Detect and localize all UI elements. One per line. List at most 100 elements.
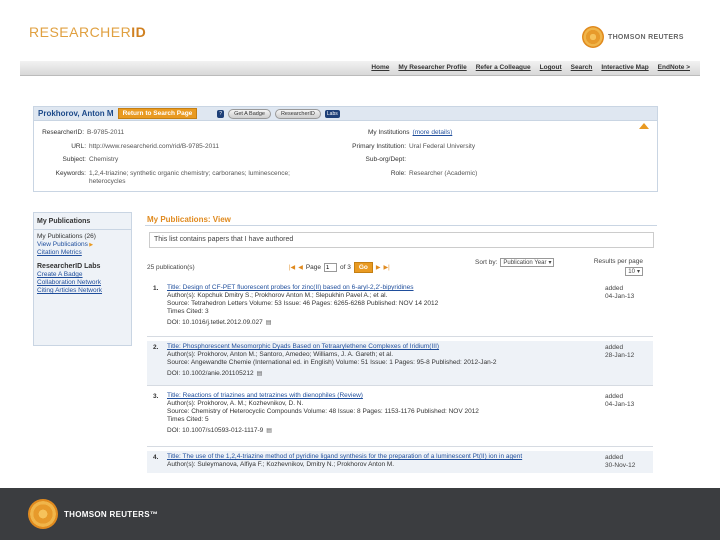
profile-header: Prokhorov, Anton M Return to Search Page… [34, 107, 657, 121]
sort-label: Sort by: [475, 259, 498, 266]
sidebar-item-create-badge[interactable]: Create A Badge [37, 271, 128, 279]
chevron-down-icon: ▾ [548, 260, 552, 266]
sidebar-item-view-publications[interactable]: View Publications [37, 241, 128, 249]
labs-tag: Labs [324, 109, 340, 118]
publication-added-date: 04-Jan-13 [605, 293, 635, 300]
keywords-value: 1,2,4-triazine; synthetic organic chemis… [89, 170, 290, 186]
institutions-label: My Institutions [368, 129, 410, 136]
publication-number: 1. [153, 285, 159, 292]
publication-title-link[interactable]: Title: Design of CF-PET fluorescent prob… [167, 284, 438, 292]
sort-select[interactable]: Publication Year ▾ [500, 258, 555, 267]
left-sidebar: My Publications My Publications (26) Vie… [33, 212, 132, 346]
nav-logout[interactable]: Logout [540, 64, 562, 71]
nav-items: Home My Researcher Profile Refer a Colle… [371, 64, 690, 71]
subject-row: Subject: Chemistry [34, 156, 119, 163]
profile-panel: Prokhorov, Anton M Return to Search Page… [33, 106, 658, 192]
sidebar-title: My Publications [34, 213, 131, 230]
publication-doi-text: DOI: 10.1002/anie.201105212 [167, 370, 254, 377]
thomson-reuters-orb-icon [28, 499, 58, 529]
role-value: Researcher (Academic) [409, 170, 478, 177]
subject-label: Subject: [62, 156, 87, 163]
nav-interactive-map[interactable]: Interactive Map [601, 64, 648, 71]
sidebar-item-collaboration-network[interactable]: Collaboration Network [37, 279, 128, 287]
brand-text: THOMSON REUTERS [608, 33, 684, 41]
publication-title-link[interactable]: Title: The use of the 1,2,4-triazine met… [167, 453, 522, 461]
url-value[interactable]: http://www.researcherid.com/rid/B-9785-2… [89, 143, 219, 150]
publication-title-link[interactable]: Title: Reactions of triazines and tetraz… [167, 392, 479, 400]
publication-authors: Author(s): Prokhorov, Anton M.; Santoro,… [167, 351, 394, 358]
publication-row: 4. Title: The use of the 1,2,4-triazine … [147, 451, 653, 473]
last-page-icon[interactable]: ▶| [384, 264, 390, 271]
full-text-icon[interactable]: ▤ [257, 370, 263, 378]
page-input[interactable] [324, 263, 337, 272]
sub-org-row: Sub-org/Dept: [334, 156, 409, 163]
page-label: Page [305, 264, 321, 271]
publication-body: Title: Design of CF-PET fluorescent prob… [167, 284, 438, 327]
logo-text-light: RESEARCHER [29, 24, 132, 40]
publication-number: 2. [153, 344, 159, 351]
sidebar-item-citation-metrics[interactable]: Citation Metrics [37, 249, 128, 257]
nav-search[interactable]: Search [571, 64, 593, 71]
publication-doi: DOI: 10.1016/j.tetlet.2012.09.027 ▤ [167, 319, 438, 327]
publication-cited: Times Cited: 3 [167, 308, 209, 315]
go-button[interactable]: Go [353, 262, 373, 273]
researcherid-labs-button[interactable]: ResearcherID [274, 108, 321, 119]
results-per-page-control: Results per page 10 ▾ [583, 258, 643, 276]
publication-added-label: added [605, 393, 624, 400]
results-per-page-select[interactable]: 10 ▾ [625, 267, 643, 276]
publication-added: added 30-Nov-12 [605, 454, 635, 470]
next-page-icon[interactable]: ▶ [376, 264, 381, 271]
publication-number: 4. [153, 454, 159, 461]
publication-doi: DOI: 10.1007/s10593-012-1117-9 ▤ [167, 427, 479, 435]
publications-title: My Publications: View [145, 212, 657, 226]
publication-source: Source: Angewandte Chemie (International… [167, 359, 497, 366]
nav-home[interactable]: Home [371, 64, 389, 71]
thomson-reuters-logo: THOMSON REUTERS [582, 26, 684, 48]
publication-row: 2. Title: Phosphorescent Mesomorphic Dya… [147, 341, 653, 386]
chevron-down-icon: ▾ [636, 269, 640, 275]
top-nav-bar: Home My Researcher Profile Refer a Colle… [20, 61, 700, 76]
results-per-page-label: Results per page [593, 258, 643, 265]
nav-refer-colleague[interactable]: Refer a Colleague [476, 64, 531, 71]
footer-brand-name: THOMSON REUTERS [64, 509, 150, 519]
publications-note: This list contains papers that I have au… [149, 232, 654, 248]
get-badge-button[interactable]: Get A Badge [228, 108, 271, 119]
page-of: of 3 [340, 264, 351, 271]
thomson-reuters-orb-icon [582, 26, 604, 48]
publication-added: added 04-Jan-13 [605, 285, 634, 301]
publication-added-date: 30-Nov-12 [605, 462, 636, 469]
role-row: Role: Researcher (Academic) [334, 170, 477, 177]
first-page-icon[interactable]: |◀ [289, 264, 295, 271]
return-to-search-button[interactable]: Return to Search Page [117, 108, 198, 119]
researcherid-logo[interactable]: RESEARCHERID [29, 24, 146, 40]
researcher-id-row: ResearcherID: B-9785-2011 [34, 129, 124, 136]
prev-page-icon[interactable]: ◀ [298, 264, 303, 271]
publication-doi-text: DOI: 10.1007/s10593-012-1117-9 [167, 427, 264, 434]
full-text-icon[interactable]: ▤ [266, 427, 272, 435]
publication-added: added 04-Jan-13 [605, 393, 634, 409]
sidebar-item-citing-articles-network[interactable]: Citing Articles Network [37, 287, 128, 295]
publication-number: 3. [153, 393, 159, 400]
subject-value: Chemistry [89, 156, 119, 163]
sub-org-label: Sub-org/Dept: [365, 156, 406, 163]
sort-control: Sort by: Publication Year ▾ [475, 258, 555, 267]
primary-institution-value: Ural Federal University [409, 143, 476, 150]
pager: |◀ ◀ Page of 3 Go ▶ ▶| [289, 262, 390, 273]
publication-authors: Author(s): Prokhorov, A. M.; Kozhevnikov… [167, 400, 304, 407]
publication-authors: Author(s): Kopchuk Dmitry S.; Prokhorov … [167, 292, 388, 299]
publications-main: My Publications: View This list contains… [145, 212, 657, 474]
nav-my-profile[interactable]: My Researcher Profile [398, 64, 466, 71]
publication-body: Title: Reactions of triazines and tetraz… [167, 392, 479, 435]
publication-row: 3. Title: Reactions of triazines and tet… [147, 390, 653, 447]
researcher-id-label: ResearcherID: [42, 129, 84, 136]
nav-endnote[interactable]: EndNote > [658, 64, 690, 71]
badge-icon: ? [217, 109, 225, 118]
collapse-arrow-icon[interactable] [639, 123, 649, 129]
institutions-more-link[interactable]: (more details) [413, 129, 453, 136]
publication-title-link[interactable]: Title: Phosphorescent Mesomorphic Dyads … [167, 343, 497, 351]
full-text-icon[interactable]: ▤ [266, 319, 272, 327]
publication-added-label: added [605, 454, 624, 461]
publication-authors: Author(s): Suleymanova, Alfiya F.; Kozhe… [167, 461, 395, 468]
primary-institution-row: Primary Institution: Ural Federal Univer… [334, 143, 475, 150]
sidebar-item-my-publications[interactable]: My Publications (26) [37, 233, 128, 241]
